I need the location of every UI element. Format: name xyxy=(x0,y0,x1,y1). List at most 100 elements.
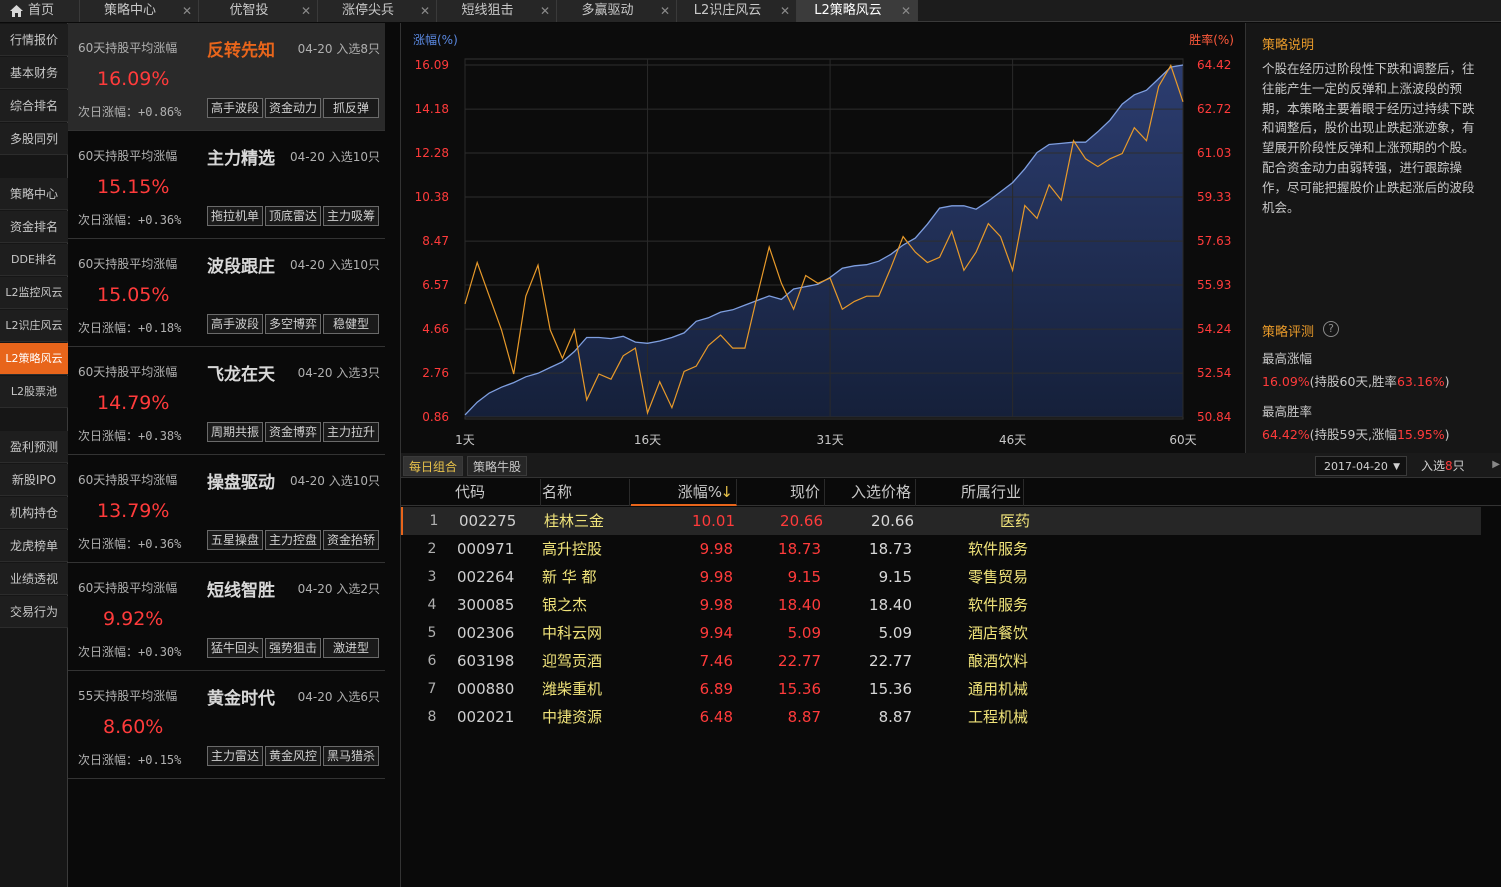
current-price: 8.87 xyxy=(787,708,821,726)
col-price[interactable]: 现价 xyxy=(737,479,825,506)
nav-item-multi-stock[interactable]: 多股同列 xyxy=(0,123,68,155)
strategy-tag[interactable]: 主力控盘 xyxy=(265,530,321,550)
nav-item-strategy-center[interactable]: 策略中心 xyxy=(0,178,68,210)
close-icon[interactable]: ✕ xyxy=(780,0,790,22)
strategy-tag[interactable]: 资金博弈 xyxy=(265,422,321,442)
strategy-tag[interactable]: 黑马猎杀 xyxy=(323,746,379,766)
strategy-card[interactable]: 60天持股平均涨幅 飞龙在天 04-20 入选3只 14.79% 次日涨幅：+0.38%… xyxy=(68,347,385,455)
table-row[interactable]: 7 000880 潍柴重机 6.89 15.36 15.36 通用机械 xyxy=(401,675,1481,703)
strategy-tag[interactable]: 黄金风控 xyxy=(265,746,321,766)
close-icon[interactable]: ✕ xyxy=(182,0,192,22)
nav-item-ipo[interactable]: 新股IPO xyxy=(0,464,68,496)
close-icon[interactable]: ✕ xyxy=(901,0,911,22)
col-name[interactable]: 名称 xyxy=(542,479,630,506)
avg-return-label: 60天持股平均涨幅 xyxy=(78,365,178,379)
next-day-value: +0.18% xyxy=(138,321,182,335)
industry: 软件服务 xyxy=(967,540,1028,558)
strategy-tag[interactable]: 主力雷达 xyxy=(207,746,263,766)
strategy-card[interactable]: 55天持股平均涨幅 黄金时代 04-20 入选6只 8.60% 次日涨幅：+0.15% 主… xyxy=(68,671,385,779)
tab-label: 优智投 xyxy=(229,3,269,18)
table-row[interactable]: 8 002021 中捷资源 6.48 8.87 8.87 工程机械 xyxy=(401,703,1481,731)
strategy-tag[interactable]: 拖拉机单 xyxy=(207,206,263,226)
table-row[interactable]: 6 603198 迎驾贡酒 7.46 22.77 22.77 酿酒饮料 xyxy=(401,647,1481,675)
avg-return-label: 60天持股平均涨幅 xyxy=(78,41,178,55)
strategy-card[interactable]: 60天持股平均涨幅 主力精选 04-20 入选10只 15.15% 次日涨幅：+0.36… xyxy=(68,131,385,239)
strategy-tag[interactable]: 资金抬轿 xyxy=(323,530,379,550)
chevron-right-icon[interactable]: ▶ xyxy=(1492,459,1500,470)
col-code[interactable]: 代码 xyxy=(455,479,541,506)
right-tick-label: 62.72 xyxy=(1197,102,1231,116)
nav-item-l2-pool[interactable]: L2股票池 xyxy=(0,376,68,408)
strategy-name[interactable]: 波段跟庄 xyxy=(207,252,275,277)
left-tick-label: 6.57 xyxy=(422,278,449,292)
tab-strategy-center[interactable]: 策略中心 ✕ xyxy=(80,0,199,22)
close-icon[interactable]: ✕ xyxy=(540,0,550,22)
strategy-tag[interactable]: 激进型 xyxy=(323,638,379,658)
strategy-tag[interactable]: 周期共振 xyxy=(207,422,263,442)
strategy-tag[interactable]: 高手波段 xyxy=(207,98,263,118)
tab-strategy-bulls[interactable]: 策略牛股 xyxy=(467,456,528,476)
table-row[interactable]: 4 300085 银之杰 9.98 18.40 18.40 软件服务 xyxy=(401,591,1481,619)
strategy-name[interactable]: 飞龙在天 xyxy=(207,360,275,385)
table-row[interactable]: 1 002275 桂林三金 10.01 20.66 20.66 医药 xyxy=(401,507,1481,535)
tab-multi-drive[interactable]: 多赢驱动 ✕ xyxy=(557,0,677,22)
nav-item-quotes[interactable]: 行情报价 xyxy=(0,24,68,56)
next-day-label: 次日涨幅： xyxy=(78,753,139,767)
close-icon[interactable]: ✕ xyxy=(660,0,670,22)
nav-item-dragon-tiger[interactable]: 龙虎榜单 xyxy=(0,530,68,562)
tab-limit-up[interactable]: 涨停尖兵 ✕ xyxy=(318,0,437,22)
strategy-tag[interactable]: 猛牛回头 xyxy=(207,638,263,658)
max-winrate-pct: 64.42% xyxy=(1262,427,1310,442)
tab-home[interactable]: 首页 xyxy=(0,0,80,22)
nav-item-ranking[interactable]: 综合排名 xyxy=(0,90,68,122)
tab-short-snipe[interactable]: 短线狙击 ✕ xyxy=(437,0,557,22)
table-row[interactable]: 5 002306 中科云网 9.94 5.09 5.09 酒店餐饮 xyxy=(401,619,1481,647)
strategy-tag[interactable]: 主力吸筹 xyxy=(323,206,379,226)
nav-item-profit-forecast[interactable]: 盈利预测 xyxy=(0,431,68,463)
nav-item-financials[interactable]: 基本财务 xyxy=(0,57,68,89)
strategy-card[interactable]: 60天持股平均涨幅 反转先知 04-20 入选8只 16.09% 次日涨幅：+0.86%… xyxy=(68,23,385,131)
nav-item-trade-behavior[interactable]: 交易行为 xyxy=(0,596,68,628)
strategy-tag[interactable]: 强势狙击 xyxy=(265,638,321,658)
strategy-tag[interactable]: 主力拉升 xyxy=(323,422,379,442)
help-icon[interactable]: ? xyxy=(1323,321,1339,337)
tab-l2-strategy[interactable]: L2策略风云 ✕ xyxy=(797,0,918,22)
nav-item-l2-dealer[interactable]: L2识庄风云 xyxy=(0,310,68,342)
nav-item-l2-strategy[interactable]: L2策略风云 xyxy=(0,343,68,375)
strategy-name[interactable]: 短线智胜 xyxy=(207,576,275,601)
strategy-card[interactable]: 60天持股平均涨幅 操盘驱动 04-20 入选10只 13.79% 次日涨幅：+0.36… xyxy=(68,455,385,563)
table-row[interactable]: 2 000971 高升控股 9.98 18.73 18.73 软件服务 xyxy=(401,535,1481,563)
avg-return-value: 16.09% xyxy=(97,68,170,90)
col-change-pct[interactable]: 涨幅% ↓ xyxy=(631,479,737,506)
table-row[interactable]: 3 002264 新 华 都 9.98 9.15 9.15 零售贸易 xyxy=(401,563,1481,591)
nav-item-institution[interactable]: 机构持仓 xyxy=(0,497,68,529)
date-select[interactable]: 2017-04-20 ▼ xyxy=(1315,456,1407,476)
close-icon[interactable]: ✕ xyxy=(420,0,430,22)
nav-item-earnings[interactable]: 业绩透视 xyxy=(0,563,68,595)
col-industry[interactable]: 所属行业 xyxy=(916,479,1024,506)
strategy-tag[interactable]: 资金动力 xyxy=(265,98,321,118)
strategy-card[interactable]: 60天持股平均涨幅 波段跟庄 04-20 入选10只 15.05% 次日涨幅：+0.18… xyxy=(68,239,385,347)
close-icon[interactable]: ✕ xyxy=(301,0,311,22)
strategy-tag[interactable]: 五星操盘 xyxy=(207,530,263,550)
tab-youzhitou[interactable]: 优智投 ✕ xyxy=(199,0,318,22)
strategy-card[interactable]: 60天持股平均涨幅 短线智胜 04-20 入选2只 9.92% 次日涨幅：+0.30% 猛… xyxy=(68,563,385,671)
nav-item-l2-monitor[interactable]: L2监控风云 xyxy=(0,277,68,309)
strategy-name[interactable]: 操盘驱动 xyxy=(207,468,275,493)
left-tick-label: 12.28 xyxy=(415,146,449,160)
strategy-tag[interactable]: 高手波段 xyxy=(207,314,263,334)
next-day-return: 次日涨幅：+0.18% xyxy=(78,319,181,336)
strategy-name[interactable]: 黄金时代 xyxy=(207,684,275,709)
left-tick-label: 16.09 xyxy=(415,58,449,72)
tab-l2-dealer[interactable]: L2识庄风云 ✕ xyxy=(677,0,797,22)
strategy-tag[interactable]: 顶底雷达 xyxy=(265,206,321,226)
nav-item-fund-rank[interactable]: 资金排名 xyxy=(0,211,68,243)
nav-item-dde-rank[interactable]: DDE排名 xyxy=(0,244,68,276)
strategy-tag[interactable]: 稳健型 xyxy=(323,314,379,334)
strategy-tag[interactable]: 多空博弈 xyxy=(265,314,321,334)
strategy-tag[interactable]: 抓反弹 xyxy=(323,98,379,118)
tab-daily-portfolio[interactable]: 每日组合 xyxy=(403,456,464,476)
strategy-name[interactable]: 反转先知 xyxy=(207,36,275,61)
strategy-name[interactable]: 主力精选 xyxy=(207,144,275,169)
col-entry-price[interactable]: 入选价格 xyxy=(825,479,916,506)
